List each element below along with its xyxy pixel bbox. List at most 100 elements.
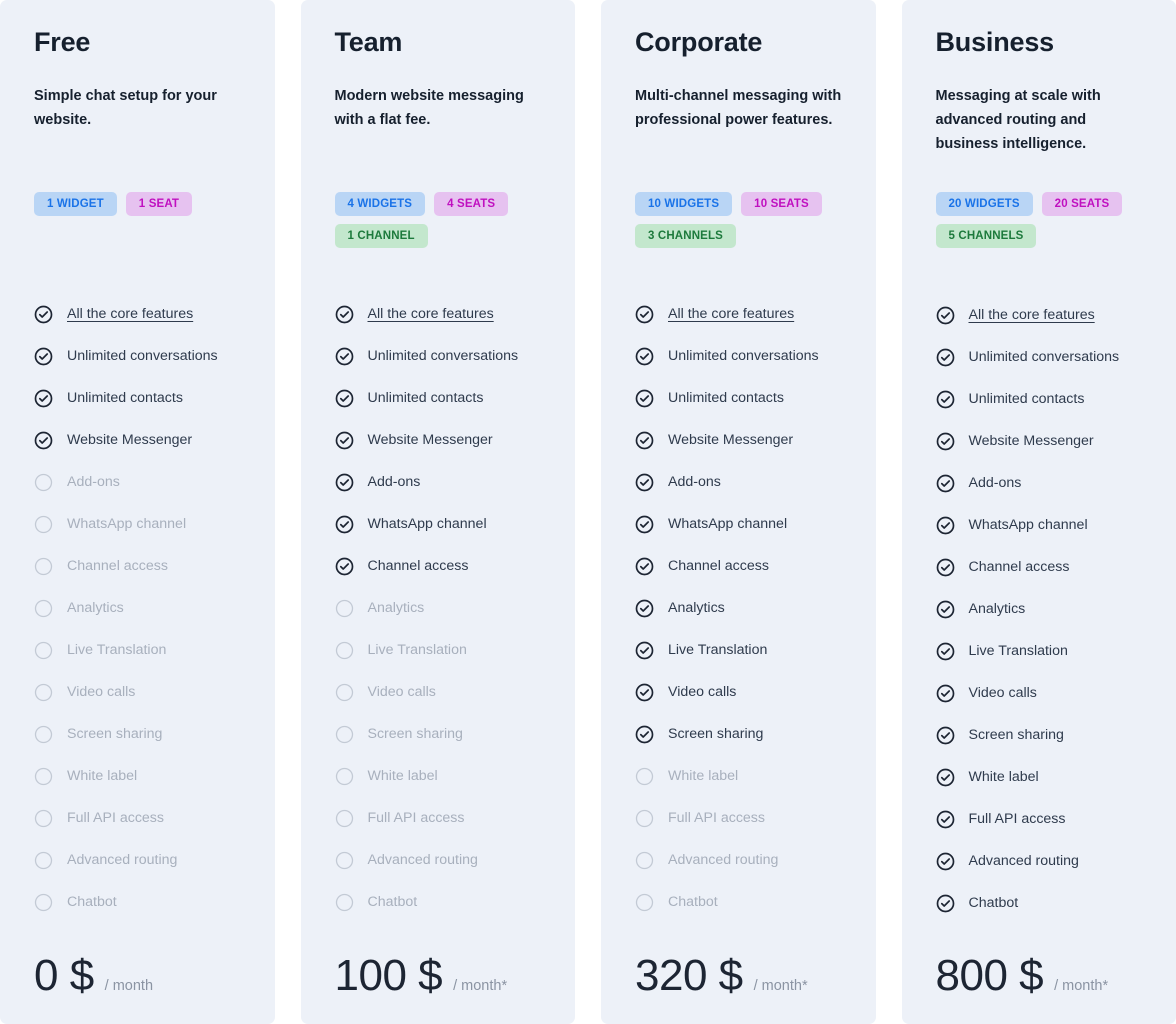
plan-card-corporate[interactable]: Corporate Multi-channel messaging with pr…	[601, 0, 876, 1024]
badge-seats: 1 SEAT	[125, 191, 193, 216]
price-period: / month*	[453, 978, 508, 994]
pricing-plans-grid: Free Simple chat setup for your website. 1…	[0, 0, 1176, 1024]
feature-item: Screen sharing	[936, 714, 1143, 756]
feature-item: Analytics	[635, 588, 842, 630]
feature-item: Analytics	[335, 588, 542, 630]
check-circle-icon	[335, 305, 353, 324]
check-circle-icon	[936, 474, 954, 493]
feature-item: Add-ons	[34, 462, 241, 504]
price-row: 0 $ / month	[34, 936, 241, 998]
feature-item[interactable]: All the core features	[335, 294, 542, 336]
check-circle-icon	[936, 348, 954, 367]
feature-list: All the core features Unlimited conversat…	[34, 294, 241, 924]
check-circle-icon	[34, 389, 53, 408]
feature-label: Video calls	[668, 684, 737, 701]
feature-label: Full API access	[968, 810, 1066, 827]
empty-circle-icon	[335, 726, 353, 744]
badge-channels: 3 CHANNELS	[635, 223, 736, 248]
feature-item[interactable]: All the core features	[34, 294, 241, 336]
plan-title: Free	[34, 27, 91, 57]
feature-label: Screen sharing	[968, 726, 1064, 743]
feature-item: WhatsApp channel	[936, 504, 1143, 546]
feature-list: All the core features Unlimited conversat…	[635, 294, 842, 924]
feature-label: Chatbot	[67, 894, 117, 911]
feature-item: Advanced routing	[936, 840, 1143, 882]
price-period: / month*	[1054, 978, 1109, 994]
feature-label: WhatsApp channel	[968, 516, 1088, 533]
plan-card-team[interactable]: Team Modern website messaging with a flat…	[300, 0, 575, 1024]
feature-item: Advanced routing	[335, 840, 542, 882]
empty-circle-icon	[335, 894, 353, 912]
feature-label: Unlimited contacts	[968, 390, 1085, 407]
badge-seats: 10 SEATS	[741, 191, 822, 216]
feature-item: Unlimited conversations	[335, 336, 542, 378]
check-circle-icon	[936, 684, 954, 703]
empty-circle-icon	[335, 852, 353, 870]
feature-label: White label	[668, 768, 739, 785]
feature-label: Unlimited conversations	[968, 348, 1120, 365]
feature-item: Website Messenger	[335, 420, 542, 462]
feature-label: WhatsApp channel	[67, 516, 187, 533]
plan-card-free[interactable]: Free Simple chat setup for your website. 1…	[0, 0, 275, 1024]
feature-label: White label	[67, 768, 138, 785]
feature-label: Analytics	[367, 600, 425, 617]
plan-description: Messaging at scale with advanced routing…	[935, 87, 1101, 153]
check-circle-icon	[635, 389, 654, 408]
badge-widgets: 4 WIDGETS	[334, 191, 426, 216]
empty-circle-icon	[635, 810, 654, 828]
plan-badges: 10 WIDGETS 10 SEATS 3 CHANNELS	[635, 191, 842, 258]
feature-label: Full API access	[668, 810, 765, 827]
feature-label: Unlimited contacts	[367, 390, 484, 407]
empty-circle-icon	[34, 810, 53, 828]
feature-label: Live Translation	[67, 642, 167, 659]
feature-item: Unlimited conversations	[635, 336, 842, 378]
empty-circle-icon	[335, 768, 353, 786]
feature-label: Unlimited conversations	[67, 348, 218, 365]
empty-circle-icon	[34, 600, 53, 618]
price-row: 800 $ / month*	[936, 936, 1143, 998]
feature-label: Live Translation	[968, 642, 1068, 659]
feature-item: Unlimited conversations	[34, 336, 241, 378]
feature-item[interactable]: All the core features	[635, 294, 842, 336]
feature-label: Advanced routing	[968, 852, 1079, 869]
feature-label: Add-ons	[367, 474, 421, 491]
check-circle-icon	[335, 347, 353, 366]
feature-label: Channel access	[668, 558, 769, 575]
feature-item: Video calls	[936, 672, 1143, 714]
check-circle-icon	[936, 558, 954, 577]
plan-description: Simple chat setup for your website.	[34, 87, 217, 128]
check-circle-icon	[335, 389, 353, 408]
feature-item: Full API access	[335, 798, 542, 840]
feature-label[interactable]: All the core features	[368, 306, 494, 323]
feature-item: Chatbot	[635, 882, 842, 924]
feature-item: Channel access	[34, 546, 241, 588]
feature-item: Website Messenger	[635, 420, 842, 462]
feature-item: Live Translation	[335, 630, 542, 672]
price-period: / month*	[753, 978, 808, 994]
feature-item: Screen sharing	[635, 714, 842, 756]
feature-item: Live Translation	[34, 630, 241, 672]
plan-description: Modern website messaging with a flat fee…	[334, 87, 524, 128]
feature-label[interactable]: All the core features	[668, 306, 794, 323]
plan-card-business[interactable]: Business Messaging at scale with advanced…	[901, 0, 1176, 1024]
feature-label: Website Messenger	[67, 432, 193, 449]
feature-item[interactable]: All the core features	[936, 294, 1143, 336]
feature-label: Live Translation	[668, 642, 768, 659]
feature-label: Live Translation	[367, 642, 467, 659]
feature-item: Video calls	[335, 672, 542, 714]
plan-title: Corporate	[635, 27, 763, 57]
feature-label: Screen sharing	[67, 726, 163, 743]
empty-circle-icon	[335, 642, 353, 660]
feature-label: Full API access	[67, 810, 164, 827]
plan-title: Business	[935, 27, 1055, 57]
feature-label: Unlimited conversations	[668, 348, 819, 365]
feature-label: Website Messenger	[968, 432, 1094, 449]
feature-item: Chatbot	[335, 882, 542, 924]
feature-label[interactable]: All the core features	[969, 307, 1095, 324]
empty-circle-icon	[34, 558, 53, 576]
empty-circle-icon	[34, 852, 53, 870]
feature-label: Chatbot	[968, 894, 1019, 911]
plan-badges: 1 WIDGET 1 SEAT	[34, 191, 241, 258]
feature-label[interactable]: All the core features	[67, 306, 193, 323]
feature-item: Website Messenger	[936, 420, 1143, 462]
